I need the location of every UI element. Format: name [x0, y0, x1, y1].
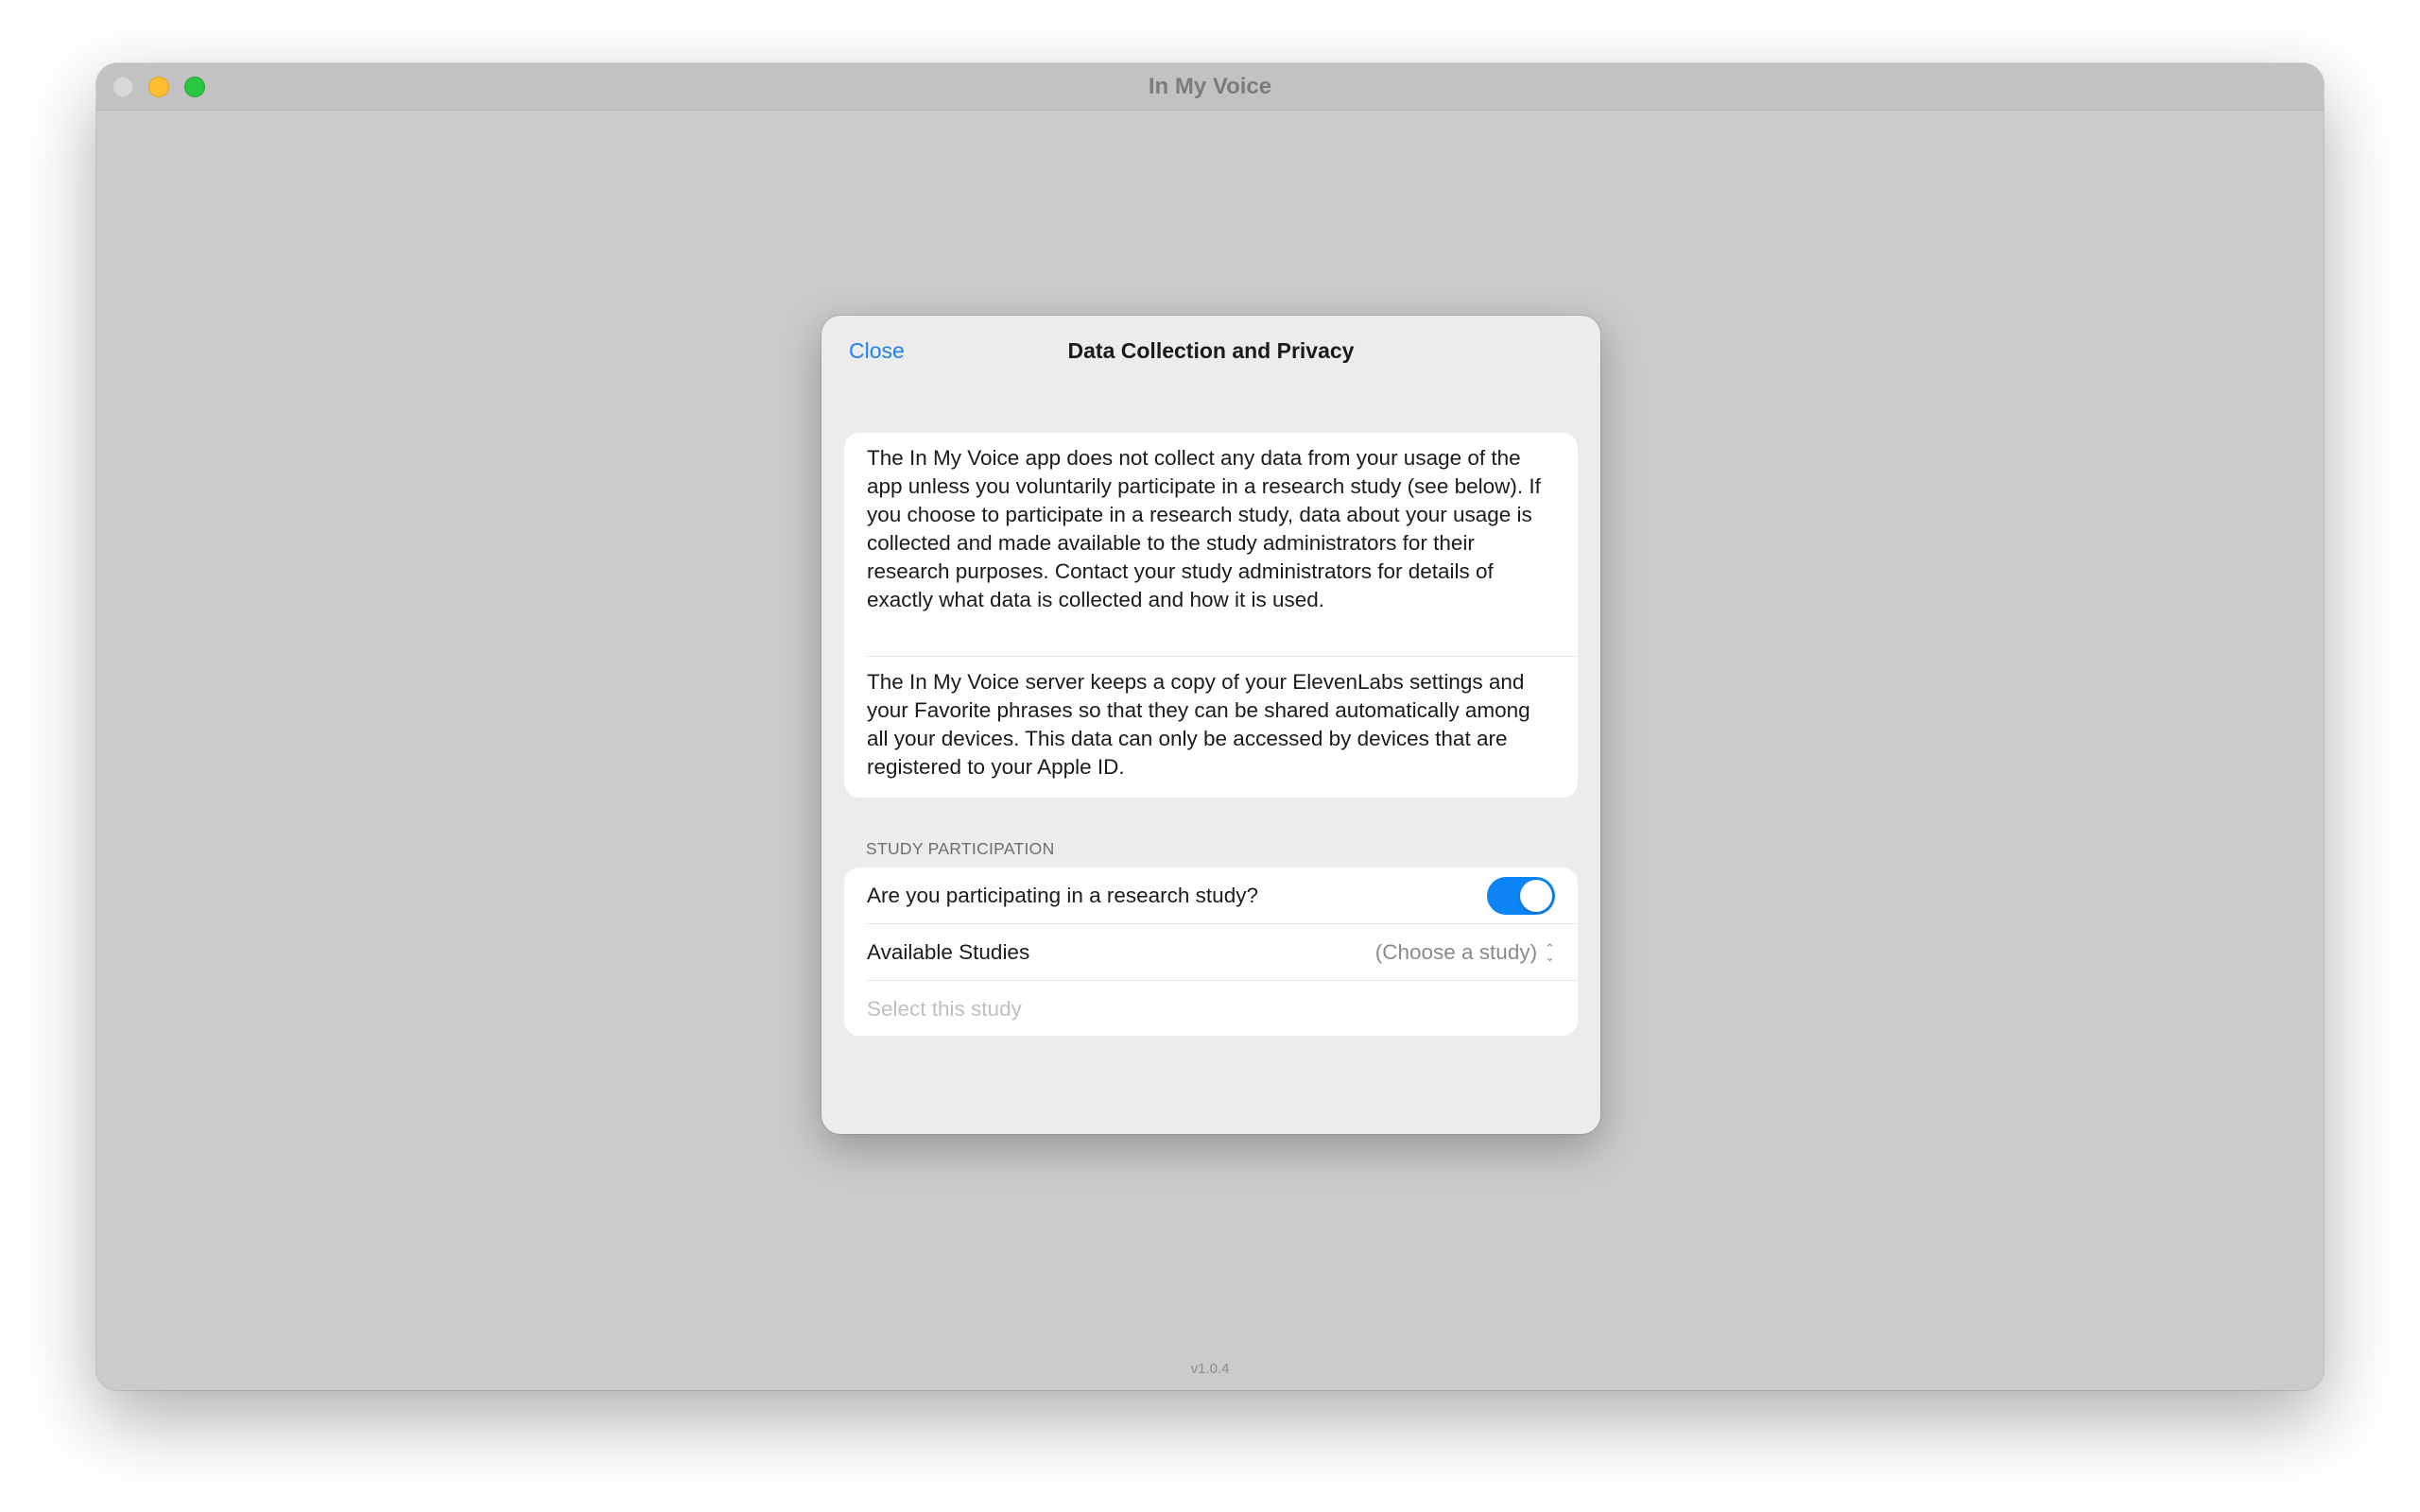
participation-row: Are you participating in a research stud… — [844, 868, 1578, 923]
zoom-window-button[interactable] — [184, 77, 205, 97]
participation-label: Are you participating in a research stud… — [867, 883, 1258, 907]
select-study-button[interactable]: Select this study — [867, 997, 1022, 1022]
study-picker-value: (Choose a study) — [1374, 939, 1538, 964]
privacy-paragraph-server: The In My Voice server keeps a copy of y… — [867, 670, 1530, 779]
toggle-knob — [1520, 879, 1552, 912]
study-participation-group: Are you participating in a research stud… — [844, 868, 1578, 1036]
available-studies-row: Available Studies (Choose a study) ⌃ ⌄ — [844, 924, 1578, 980]
title-bar[interactable]: In My Voice — [96, 63, 2324, 111]
close-window-button[interactable] — [112, 77, 133, 97]
participation-toggle[interactable] — [1487, 876, 1555, 915]
study-picker[interactable]: (Choose a study) ⌃ ⌄ — [1375, 940, 1555, 965]
version-label: v1.0.4 — [1190, 1361, 1230, 1377]
sheet-title: Data Collection and Privacy — [1067, 338, 1355, 363]
window-title: In My Voice — [1148, 73, 1272, 99]
select-study-row: Select this study — [844, 981, 1578, 1036]
minimize-window-button[interactable] — [148, 77, 169, 97]
window-controls — [112, 77, 205, 97]
available-studies-label: Available Studies — [867, 939, 1030, 964]
privacy-sheet: Close Data Collection and Privacy The In… — [821, 316, 1600, 1134]
sheet-header: Close Data Collection and Privacy — [821, 316, 1600, 391]
privacy-info-group: The In My Voice app does not collect any… — [844, 433, 1578, 798]
chevron-up-down-icon: ⌃ ⌄ — [1545, 940, 1555, 964]
section-header-study: STUDY PARTICIPATION — [866, 839, 1055, 858]
privacy-paragraph-usage: The In My Voice app does not collect any… — [867, 446, 1541, 611]
